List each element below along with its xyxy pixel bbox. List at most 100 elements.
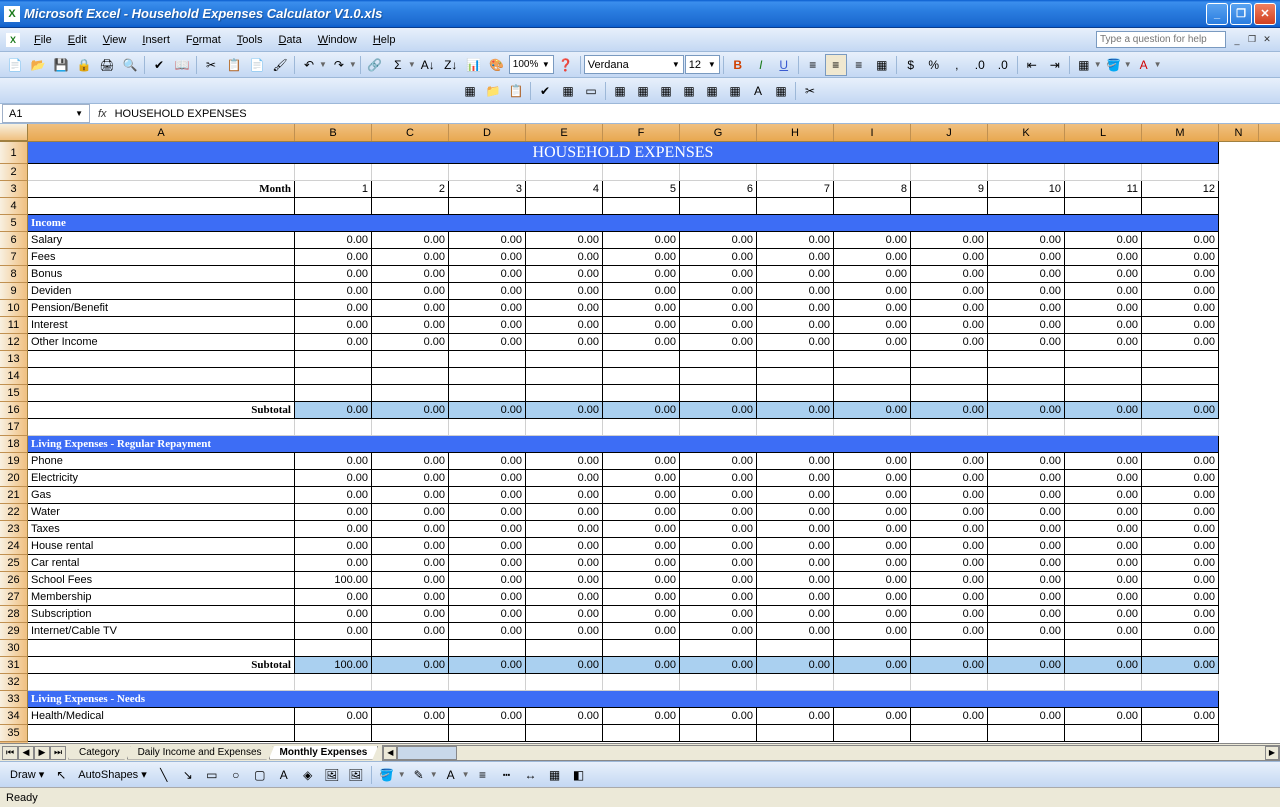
cell[interactable]: 0.00 (680, 470, 757, 487)
cell[interactable] (28, 674, 295, 691)
cell[interactable]: 0.00 (449, 232, 526, 249)
cell[interactable]: 0.00 (911, 470, 988, 487)
cell[interactable] (680, 385, 757, 402)
cell[interactable]: 0.00 (988, 317, 1065, 334)
cell[interactable]: 0.00 (834, 402, 911, 419)
cell[interactable]: 0.00 (988, 538, 1065, 555)
tab-prev-button[interactable]: ◀ (18, 746, 34, 760)
cell[interactable]: 0.00 (911, 283, 988, 300)
cell[interactable]: 0.00 (526, 300, 603, 317)
oval-icon[interactable]: ○ (225, 764, 247, 786)
cell[interactable] (680, 674, 757, 691)
cell[interactable] (295, 198, 372, 215)
tab-first-button[interactable]: ⏮ (2, 746, 18, 760)
arrow-icon[interactable]: ↘ (177, 764, 199, 786)
row-header-28[interactable]: 28 (0, 606, 28, 623)
cell[interactable] (526, 385, 603, 402)
cell[interactable]: Phone (28, 453, 295, 470)
textbox-icon[interactable]: ▢ (249, 764, 271, 786)
cell[interactable]: 0.00 (988, 232, 1065, 249)
cell[interactable]: 0.00 (1065, 623, 1142, 640)
comma-icon[interactable]: , (946, 54, 968, 76)
cell[interactable]: 0.00 (603, 266, 680, 283)
paste-icon[interactable]: 📄 (246, 54, 268, 76)
cell[interactable] (988, 674, 1065, 691)
cut-icon[interactable]: ✂ (200, 54, 222, 76)
cell[interactable]: 0.00 (1142, 657, 1219, 674)
cell[interactable]: 0.00 (372, 266, 449, 283)
cell[interactable]: 0.00 (449, 487, 526, 504)
cell[interactable]: 0.00 (757, 334, 834, 351)
tool-icon-6[interactable]: ▭ (580, 80, 602, 102)
cell[interactable]: 0.00 (449, 453, 526, 470)
cell[interactable] (1065, 368, 1142, 385)
cell[interactable]: 0.00 (1142, 504, 1219, 521)
column-header-D[interactable]: D (449, 124, 526, 141)
cell[interactable]: 0.00 (988, 402, 1065, 419)
cell[interactable]: 0.00 (680, 266, 757, 283)
cell[interactable]: 0.00 (372, 487, 449, 504)
cell[interactable]: 0.00 (372, 504, 449, 521)
cell[interactable] (372, 725, 449, 742)
cell[interactable] (1065, 419, 1142, 436)
cell[interactable]: 0.00 (526, 453, 603, 470)
cell[interactable]: 0.00 (449, 538, 526, 555)
cell[interactable]: 0.00 (911, 249, 988, 266)
undo-icon[interactable]: ↶ (298, 54, 320, 76)
cell[interactable]: 0.00 (526, 606, 603, 623)
cell[interactable]: 0.00 (372, 300, 449, 317)
cell[interactable]: 0.00 (372, 555, 449, 572)
font-color-icon[interactable]: A (1133, 54, 1155, 76)
cell[interactable]: 0.00 (988, 623, 1065, 640)
cell[interactable]: 0.00 (449, 470, 526, 487)
cell[interactable]: Salary (28, 232, 295, 249)
cell[interactable]: 0.00 (526, 657, 603, 674)
row-header-12[interactable]: 12 (0, 334, 28, 351)
cell[interactable] (295, 419, 372, 436)
increase-decimal-icon[interactable]: .0 (969, 54, 991, 76)
tool-icon-8[interactable]: ▦ (632, 80, 654, 102)
cell[interactable]: 0.00 (603, 606, 680, 623)
row-header-3[interactable]: 3 (0, 181, 28, 198)
cell[interactable] (1142, 640, 1219, 657)
cell[interactable] (372, 351, 449, 368)
cell[interactable]: 0.00 (1142, 283, 1219, 300)
cell[interactable]: Gas (28, 487, 295, 504)
cell[interactable]: 0.00 (1065, 504, 1142, 521)
redo-icon[interactable]: ↷ (328, 54, 350, 76)
cell[interactable]: Other Income (28, 334, 295, 351)
cell[interactable] (526, 164, 603, 181)
cell[interactable]: 0.00 (1065, 606, 1142, 623)
cell[interactable]: Living Expenses - Regular Repayment (28, 436, 1219, 453)
cell[interactable] (603, 419, 680, 436)
cell[interactable]: 0.00 (295, 589, 372, 606)
cell[interactable] (680, 419, 757, 436)
autoshapes-menu[interactable]: AutoShapes ▾ (74, 768, 151, 781)
cell[interactable]: 0.00 (372, 470, 449, 487)
cell[interactable]: 0.00 (603, 283, 680, 300)
cell[interactable]: 11 (1065, 181, 1142, 198)
cell[interactable]: 0.00 (757, 266, 834, 283)
cell[interactable]: 0.00 (911, 266, 988, 283)
cell[interactable]: 0.00 (449, 572, 526, 589)
cell[interactable]: 0.00 (1142, 453, 1219, 470)
cell[interactable]: 0.00 (603, 317, 680, 334)
print-icon[interactable]: 🖨 (96, 54, 118, 76)
cell[interactable]: 0.00 (603, 470, 680, 487)
merge-center-icon[interactable]: ▦ (871, 54, 893, 76)
cell[interactable] (449, 640, 526, 657)
cell[interactable] (28, 385, 295, 402)
row-header-18[interactable]: 18 (0, 436, 28, 453)
autosum-icon[interactable]: Σ (387, 54, 409, 76)
cell[interactable] (603, 164, 680, 181)
cell[interactable]: Living Expenses - Needs (28, 691, 1219, 708)
cell[interactable] (295, 385, 372, 402)
cell[interactable] (526, 640, 603, 657)
cell[interactable] (1065, 164, 1142, 181)
cell[interactable]: 0.00 (757, 623, 834, 640)
cell[interactable] (834, 385, 911, 402)
arrow-style-icon[interactable]: ↔ (520, 764, 542, 786)
cell[interactable] (372, 640, 449, 657)
cell[interactable]: Internet/Cable TV (28, 623, 295, 640)
row-header-24[interactable]: 24 (0, 538, 28, 555)
